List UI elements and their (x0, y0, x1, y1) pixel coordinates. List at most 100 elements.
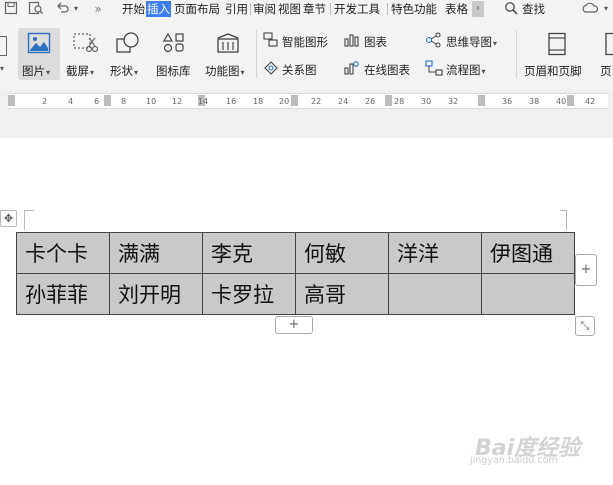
ruler-number: 8 (121, 97, 127, 106)
table-cell[interactable]: 何敏 (295, 232, 389, 274)
table-cell[interactable]: 洋洋 (388, 232, 482, 274)
truncated-next-label[interactable]: 页 (600, 64, 612, 78)
tab-view[interactable]: 视图 (277, 1, 302, 17)
table-cell[interactable] (481, 273, 575, 315)
relation-map-label[interactable]: 关系图 (282, 62, 317, 78)
picture-icon[interactable] (27, 32, 51, 58)
chart-icon[interactable] (343, 32, 359, 52)
tab-separator (330, 3, 331, 15)
header-footer-icon[interactable] (547, 32, 567, 60)
table-cell[interactable]: 卡罗拉 (202, 273, 296, 315)
header-footer-label[interactable]: 页眉和页脚 (524, 64, 582, 78)
ruler-column-marker[interactable] (478, 95, 485, 106)
table-cell[interactable]: 李克 (202, 232, 296, 274)
ruler-column-marker[interactable] (385, 95, 392, 106)
chevron-down-icon: ▾ (134, 68, 139, 77)
flowchart-icon[interactable] (425, 60, 443, 80)
ruler-number: 4 (68, 97, 74, 106)
cloud-dropdown-icon[interactable]: ▾ (601, 1, 611, 17)
picture-button[interactable]: 图片▾ (22, 64, 50, 78)
table-cell[interactable]: 卡个卡 (16, 232, 110, 274)
chevron-down-icon: ▾ (493, 39, 498, 48)
page-corner-mark (24, 210, 34, 211)
tab-special-features[interactable]: 特色功能 (390, 1, 438, 17)
tab-insert[interactable]: 插入 (146, 1, 171, 17)
cloud-sync-icon[interactable] (580, 1, 600, 17)
smart-graphic-label[interactable]: 智能图形 (282, 34, 328, 50)
ruler-column-marker[interactable] (291, 95, 298, 106)
online-chart-icon[interactable] (343, 60, 359, 80)
undo-icon[interactable] (56, 1, 70, 17)
shape-button[interactable]: 形状▾ (110, 64, 138, 78)
tab-page-layout[interactable]: 页面布局 (173, 1, 221, 17)
ruler-number: 6 (94, 97, 100, 106)
screenshot-label: 截屏 (66, 64, 89, 78)
ruler-column-marker[interactable] (104, 95, 111, 106)
ruler-number: 12 (172, 97, 183, 106)
table-cell[interactable]: 孙菲菲 (16, 273, 110, 315)
flowchart-button[interactable]: 流程图▾ (446, 62, 486, 78)
table-resize-handle-icon[interactable]: ⤡ (575, 316, 595, 336)
shape-icon[interactable] (115, 32, 141, 58)
table-cell[interactable]: 满满 (109, 232, 203, 274)
tab-home[interactable]: 开始 (121, 1, 146, 17)
mind-map-button[interactable]: 思维导图▾ (446, 34, 497, 50)
more-tabs-button[interactable]: › (472, 1, 484, 17)
save-icon[interactable] (4, 1, 18, 17)
table-cell[interactable]: 高哥 (295, 273, 389, 315)
online-chart-label[interactable]: 在线图表 (364, 62, 410, 78)
table-cell[interactable]: 刘开明 (109, 273, 203, 315)
page-corner-mark (566, 210, 567, 230)
tab-developer[interactable]: 开发工具 (333, 1, 381, 17)
screenshot-icon[interactable] (72, 32, 99, 58)
tab-review[interactable]: 审阅 (252, 1, 277, 17)
smart-graphic-icon[interactable] (263, 32, 279, 52)
table-row: 卡个卡 满满 李克 何敏 洋洋 伊图通 (16, 232, 575, 274)
search-icon[interactable] (504, 1, 518, 17)
tab-references[interactable]: 引用 (224, 1, 249, 17)
ruler-number: 10 (146, 97, 157, 106)
icon-library-label[interactable]: 图标库 (156, 64, 191, 78)
ribbon-separator (516, 30, 517, 78)
chevron-down-icon: ▾ (240, 68, 245, 77)
print-preview-icon[interactable] (28, 1, 44, 17)
add-column-button[interactable]: + (575, 254, 597, 286)
relation-map-icon[interactable] (263, 60, 279, 80)
ruler-number: 16 (226, 97, 237, 106)
undo-dropdown-icon[interactable]: ▾ (72, 1, 80, 17)
truncated-caret-icon: ▾ (0, 64, 5, 73)
table-cell[interactable]: 伊图通 (481, 232, 575, 274)
table-row: 孙菲菲 刘开明 卡罗拉 高哥 (16, 273, 575, 315)
table-cell[interactable] (388, 273, 482, 315)
search-label[interactable]: 查找 (521, 1, 546, 17)
ruler-number: 20 (279, 97, 290, 106)
feature-chart-icon[interactable] (215, 32, 241, 58)
table-move-handle-icon[interactable]: ✥ (0, 210, 17, 227)
chart-label[interactable]: 图表 (364, 34, 387, 50)
flowchart-label: 流程图 (446, 63, 481, 77)
watermark-url: jingyan.baidu.com (470, 455, 558, 466)
more-icon[interactable]: » (92, 1, 104, 17)
tab-table[interactable]: 表格 (444, 1, 469, 17)
feature-chart-button[interactable]: 功能图▾ (205, 64, 245, 78)
tab-separator (250, 3, 251, 15)
horizontal-ruler[interactable]: 2 4 6 8 10 12 14 16 18 20 22 24 26 28 30… (8, 93, 608, 109)
page-corner-mark (24, 210, 25, 230)
ruler-area: 2 4 6 8 10 12 14 16 18 20 22 24 26 28 30… (0, 90, 613, 138)
add-row-button[interactable]: + (275, 316, 313, 334)
ruler-number: 28 (394, 97, 405, 106)
tab-separator (387, 3, 388, 15)
document-table[interactable]: 卡个卡 满满 李克 何敏 洋洋 伊图通 孙菲菲 刘开明 卡罗拉 高哥 (16, 232, 575, 315)
ruler-column-marker[interactable] (567, 95, 574, 106)
ruler-number: 38 (529, 97, 540, 106)
feature-chart-label: 功能图 (205, 64, 240, 78)
ruler-number: 40 (556, 97, 567, 106)
mind-map-icon[interactable] (425, 32, 443, 52)
truncated-next-icon[interactable] (604, 32, 613, 60)
ruler-margin-marker[interactable] (8, 95, 15, 106)
tab-section[interactable]: 章节 (302, 1, 327, 17)
screenshot-button[interactable]: 截屏▾ (66, 64, 94, 78)
icon-library-icon[interactable] (162, 32, 186, 58)
ruler-number: 32 (448, 97, 459, 106)
ruler-number: 26 (365, 97, 376, 106)
